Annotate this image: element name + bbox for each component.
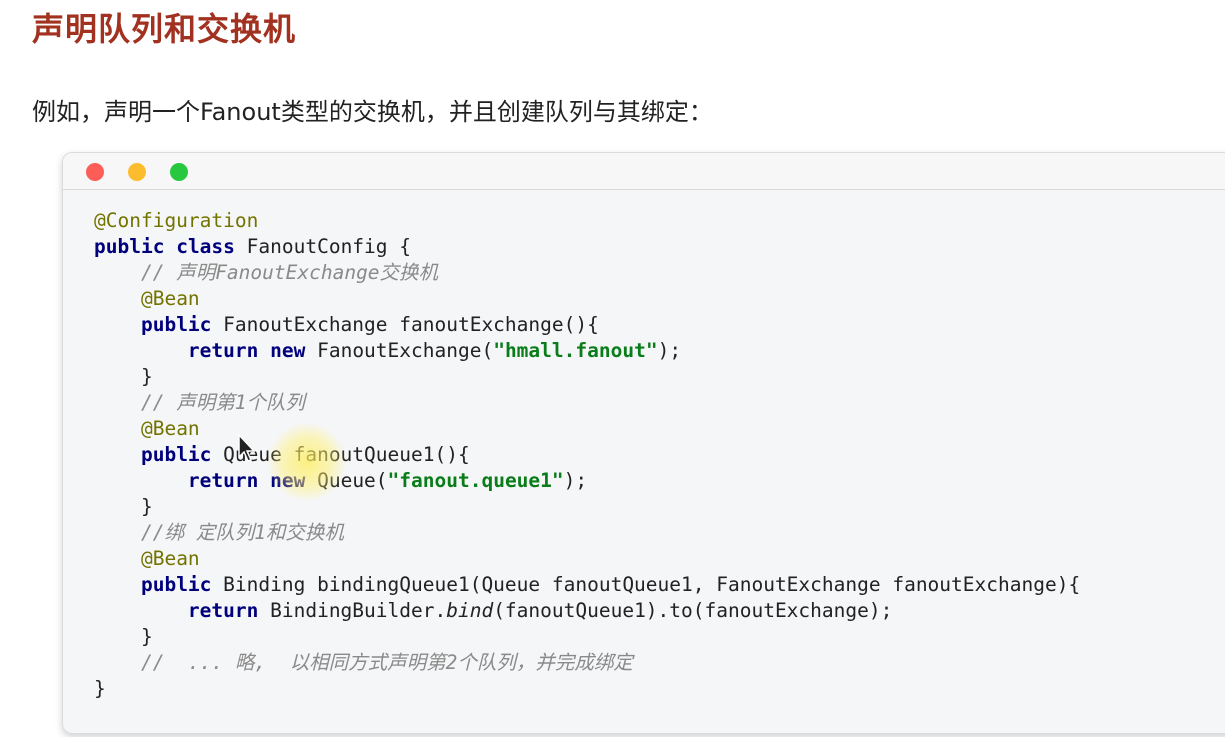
code-line: @Bean xyxy=(94,286,1080,312)
intro-text: 例如，声明一个Fanout类型的交换机，并且创建队列与其绑定： xyxy=(32,98,713,126)
code-token: FanoutConfig { xyxy=(234,235,412,258)
code-token: return xyxy=(187,469,259,492)
code-token: } xyxy=(94,495,153,518)
code-line: //绑 定队列1和交换机 xyxy=(94,520,1080,546)
code-token: (fanoutQueue1).to(fanoutExchange); xyxy=(493,599,893,622)
code-token: FanoutExchange fanoutExchange(){ xyxy=(211,313,599,336)
code-line: @Configuration xyxy=(94,208,1080,234)
code-token: new xyxy=(270,469,306,492)
code-line: return BindingBuilder.bind(fanoutQueue1)… xyxy=(94,598,1080,624)
code-token: bind xyxy=(446,599,494,622)
mouse-cursor-icon xyxy=(238,433,256,462)
code-token: FanoutExchange( xyxy=(305,339,494,362)
code-token: // 声明FanoutExchange交换机 xyxy=(140,261,439,284)
code-token: //绑 定队列1和交换机 xyxy=(140,521,344,544)
code-token: } xyxy=(94,677,106,700)
code-token: BindingBuilder. xyxy=(258,599,447,622)
code-line: public Binding bindingQueue1(Queue fanou… xyxy=(94,572,1080,598)
code-token: ); xyxy=(657,339,682,362)
close-dot-icon xyxy=(86,163,104,181)
code-token: public xyxy=(94,235,165,258)
maximize-dot-icon xyxy=(170,163,188,181)
code-token: @Configuration xyxy=(94,209,259,232)
code-line: public class FanoutConfig { xyxy=(94,234,1080,260)
code-token: @Bean xyxy=(140,417,200,440)
code-line: @Bean xyxy=(94,546,1080,572)
code-token: // ... 略, 以相同方式声明第2个队列，并完成绑定 xyxy=(140,651,633,674)
code-line: return new FanoutExchange("hmall.fanout"… xyxy=(94,338,1080,364)
code-line: } xyxy=(94,624,1080,650)
code-line: return new Queue("fanout.queue1"); xyxy=(94,468,1080,494)
code-token: } xyxy=(94,365,153,388)
code-line: // 声明第1个队列 xyxy=(94,390,1080,416)
code-line: } xyxy=(94,364,1080,390)
code-token: } xyxy=(94,625,153,648)
code-line: // ... 略, 以相同方式声明第2个队列，并完成绑定 xyxy=(94,650,1080,676)
code-token: ); xyxy=(563,469,588,492)
code-token: new xyxy=(270,339,306,362)
code-window-titlebar xyxy=(63,153,1225,190)
code-token: @Bean xyxy=(140,547,200,570)
code-token: return xyxy=(187,599,259,622)
code-token: Queue( xyxy=(305,469,388,492)
code-token: // 声明第1个队列 xyxy=(140,391,305,414)
code-token: public xyxy=(140,573,212,596)
minimize-dot-icon xyxy=(128,163,146,181)
code-token: public xyxy=(140,313,212,336)
code-line: } xyxy=(94,676,1080,702)
code-token: return xyxy=(187,339,259,362)
code-line: } xyxy=(94,494,1080,520)
code-token: "fanout.queue1" xyxy=(387,469,564,492)
code-token: @Bean xyxy=(140,287,200,310)
code-line: public FanoutExchange fanoutExchange(){ xyxy=(94,312,1080,338)
code-token: "hmall.fanout" xyxy=(493,339,658,362)
code-token: class xyxy=(176,235,235,258)
code-token: Binding bindingQueue1(Queue fanoutQueue1… xyxy=(211,573,1081,596)
code-token: public xyxy=(140,443,212,466)
code-line: // 声明FanoutExchange交换机 xyxy=(94,260,1080,286)
page-title: 声明队列和交换机 xyxy=(32,10,297,48)
